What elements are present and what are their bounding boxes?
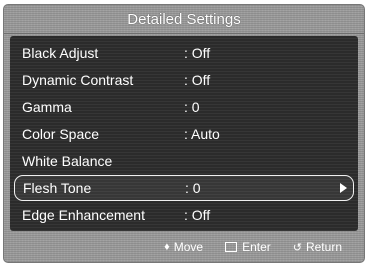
page-title: Detailed Settings [127, 10, 241, 28]
menu-item-value: : Off [184, 45, 211, 61]
menu-item-value: : 0 [184, 99, 200, 115]
footer-move: ♦ Move [164, 240, 203, 254]
menu-item-label: Edge Enhancement [22, 207, 145, 223]
menu-item-label: Dynamic Contrast [22, 72, 134, 88]
menu-item-black-adjust[interactable]: Black Adjust : Off [14, 40, 354, 66]
footer-enter: Enter [225, 240, 271, 254]
menu-item-value: : Off [184, 72, 211, 88]
footer-move-label: Move [173, 240, 204, 254]
return-icon: ↺ [292, 241, 302, 254]
menu-item-color-space[interactable]: Color Space : Auto [14, 121, 354, 147]
settings-menu: Black Adjust : Off Dynamic Contrast : Of… [10, 36, 358, 231]
updown-icon: ♦ [164, 241, 170, 253]
menu-item-edge-enhancement[interactable]: Edge Enhancement : Off [14, 202, 354, 228]
footer-return-label: Return [305, 240, 342, 254]
menu-item-value: : Auto [184, 126, 220, 142]
menu-item-label: White Balance [22, 153, 113, 169]
title-bar: Detailed Settings [4, 5, 364, 34]
menu-item-value: : 0 [185, 180, 201, 196]
menu-item-label: Color Space [22, 126, 100, 142]
menu-item-dynamic-contrast[interactable]: Dynamic Contrast : Off [14, 67, 354, 93]
arrow-right-icon [340, 183, 347, 193]
footer-return: ↺ Return [293, 240, 342, 254]
menu-item-label: Black Adjust [22, 45, 99, 61]
menu-item-white-balance[interactable]: White Balance [14, 148, 354, 174]
menu-item-label: Gamma [22, 99, 72, 115]
osd-window: Detailed Settings Black Adjust : Off Dyn… [3, 4, 365, 263]
menu-item-flesh-tone[interactable]: Flesh Tone : 0 [14, 175, 354, 201]
enter-icon [225, 242, 238, 252]
footer-enter-label: Enter [242, 240, 271, 254]
menu-item-label: Flesh Tone [23, 180, 92, 196]
footer-help-bar: ♦ Move Enter ↺ Return [4, 232, 364, 262]
menu-item-gamma[interactable]: Gamma : 0 [14, 94, 354, 120]
menu-item-value: : Off [184, 207, 211, 223]
